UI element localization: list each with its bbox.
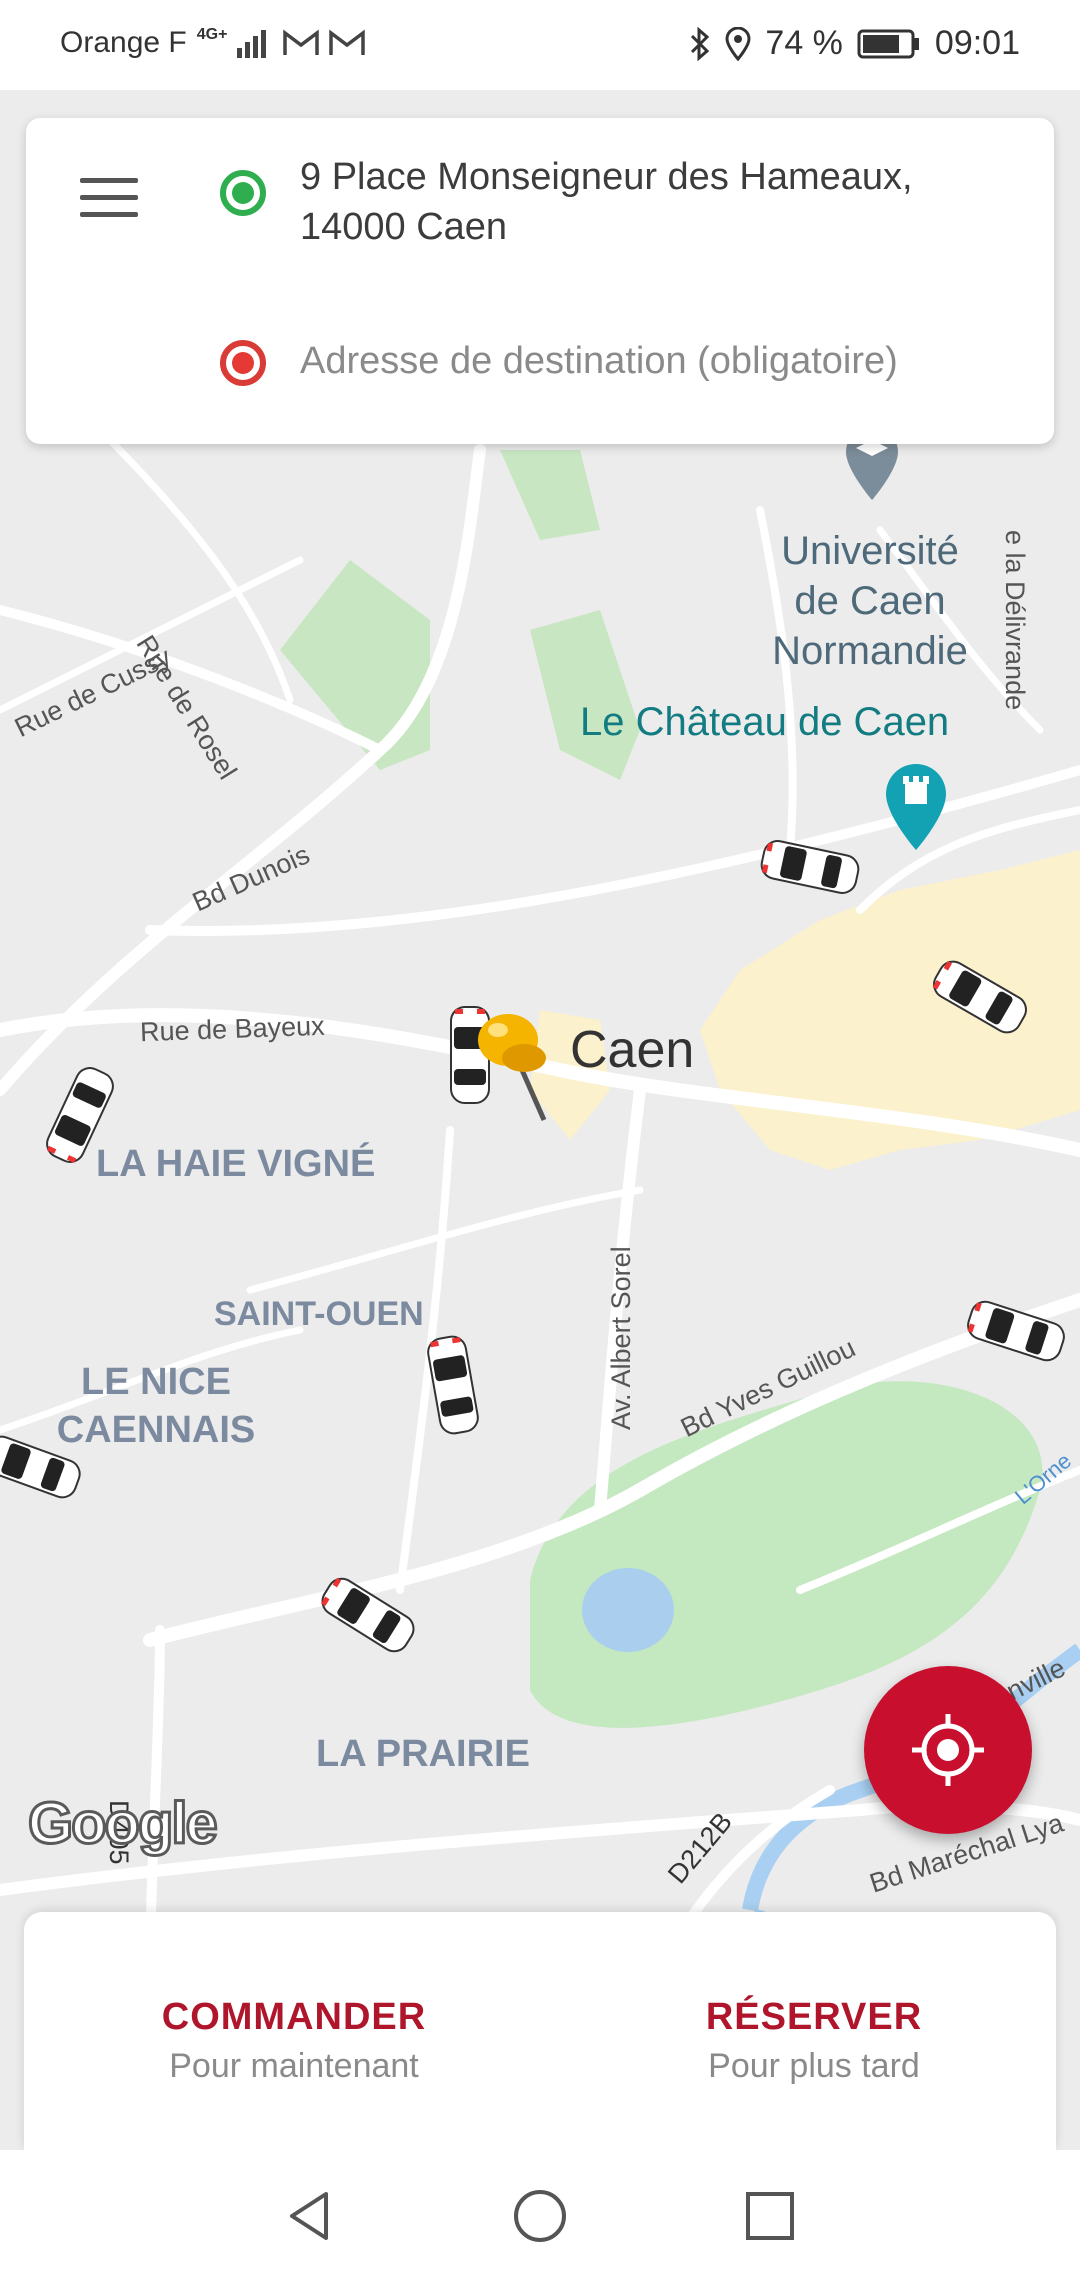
status-bar: Orange F 4G+ 74 % 09:01: [0, 0, 1080, 90]
battery-icon: [857, 29, 919, 58]
book-later-label: RÉSERVER: [705, 1996, 923, 2038]
city-label: Caen: [570, 1021, 695, 1079]
system-nav-bar: [0, 2150, 1080, 2280]
clock: 09:01: [934, 24, 1020, 62]
back-icon[interactable]: [280, 2186, 340, 2246]
recents-icon[interactable]: [740, 2186, 800, 2246]
location-icon: [725, 26, 751, 61]
carrier-label: Orange F: [60, 26, 187, 59]
origin-address-field[interactable]: 9 Place Monseigneur des Hameaux, 14000 C…: [300, 152, 1020, 252]
poi-label-chateau: Le Château de Caen: [580, 700, 950, 744]
origin-marker-icon: [220, 170, 266, 216]
district-label-haie-vigne: LA HAIE VIGNÉ: [96, 1143, 376, 1185]
battery-percent: 74 %: [765, 24, 843, 62]
bluetooth-icon: [691, 26, 710, 61]
district-label-la-prairie: LA PRAIRIE: [316, 1733, 530, 1775]
order-now-label: COMMANDER: [161, 1996, 427, 2038]
google-attribution-logo: Google: [27, 1790, 220, 1858]
home-icon[interactable]: [510, 2186, 570, 2246]
my-location-button[interactable]: [864, 1666, 1032, 1834]
order-now-button[interactable]: COMMANDER Pour maintenant: [124, 1996, 464, 2086]
gmail-icon: [329, 29, 366, 55]
booking-card: COMMANDER Pour maintenant RÉSERVER Pour …: [24, 1912, 1056, 2150]
street-label-rue-de-la-delivrande: e la Délivrande: [1000, 530, 1030, 711]
pickup-pin-icon[interactable]: [468, 1000, 568, 1130]
order-now-sublabel: Pour maintenant: [169, 2047, 419, 2085]
crosshair-icon: [912, 1714, 984, 1786]
poi-label-universite: Université de Caen Normandie: [772, 529, 968, 673]
district-label-saint-ouen: SAINT-OUEN: [214, 1295, 424, 1333]
signal-icon: [237, 30, 267, 58]
street-label-rue-de-bayeux: Rue de Bayeux: [139, 1010, 326, 1048]
book-later-sublabel: Pour plus tard: [708, 2047, 920, 2085]
district-label-le-nice-caennais: LE NICE CAENNAIS: [56, 1361, 256, 1451]
address-card: 9 Place Monseigneur des Hameaux, 14000 C…: [26, 118, 1054, 444]
street-label-av-albert-sorel: Av. Albert Sorel: [606, 1246, 636, 1430]
book-later-button[interactable]: RÉSERVER Pour plus tard: [644, 1996, 984, 2086]
gmail-icon: [283, 29, 320, 55]
destination-address-field[interactable]: Adresse de destination (obligatoire): [300, 340, 898, 383]
destination-marker-icon: [220, 340, 266, 386]
menu-icon[interactable]: [80, 178, 138, 218]
network-type: 4G+: [196, 26, 228, 43]
